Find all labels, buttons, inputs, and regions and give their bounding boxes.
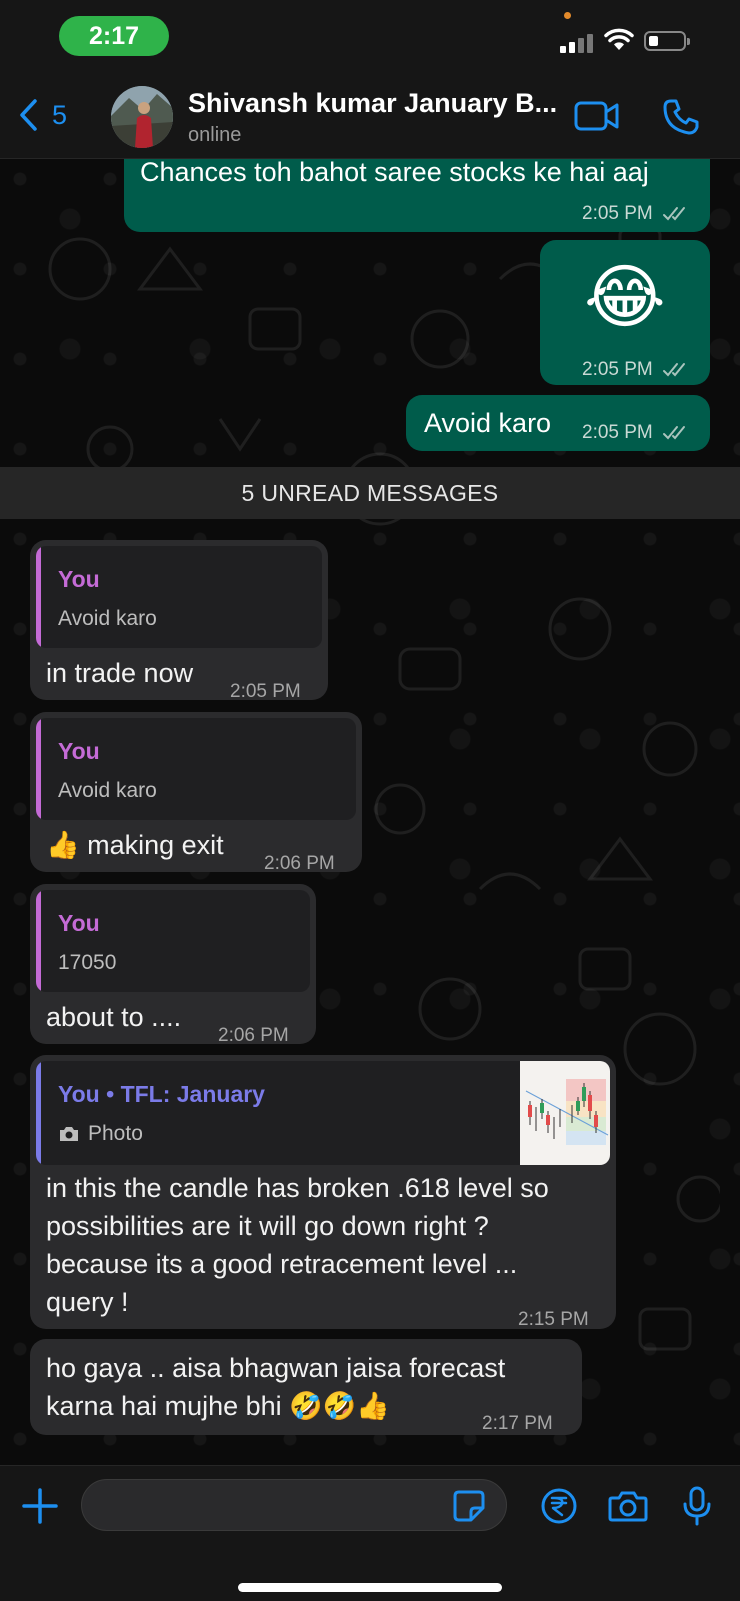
incoming-message[interactable]: You 17050 about to .... 2:06 PM <box>30 884 316 1046</box>
double-check-icon <box>663 362 686 377</box>
quote-author: You <box>58 910 100 936</box>
privacy-indicator-dot <box>564 12 571 19</box>
plus-icon[interactable] <box>22 1488 58 1524</box>
message-time: 2:05 PM <box>230 681 301 702</box>
message-input[interactable] <box>100 1490 434 1522</box>
back-button[interactable]: 5 <box>18 98 67 132</box>
quote-accent-bar <box>36 1061 41 1165</box>
unread-chats-count: 5 <box>52 99 68 130</box>
double-check-icon <box>663 206 686 221</box>
message-time: 2:05 PM <box>582 422 653 443</box>
message-time: 2:05 PM <box>582 203 653 224</box>
quote-text: Photo <box>88 1122 143 1145</box>
message-input-container[interactable] <box>81 1479 507 1531</box>
sticker-icon[interactable] <box>452 1489 486 1523</box>
rupee-payment-icon[interactable] <box>540 1487 578 1525</box>
message-text: about to .... <box>46 1002 182 1032</box>
quote-accent-bar <box>36 718 41 820</box>
quoted-reply[interactable]: You 17050 <box>36 890 310 992</box>
message-meta: 2:05 PM <box>582 414 690 452</box>
emoji-message: 😂 <box>584 258 666 336</box>
chat-area[interactable]: Chances toh bahot saree stocks ke hai aa… <box>0 159 740 1465</box>
message-meta: 2:05 PM <box>582 195 690 233</box>
incoming-message[interactable]: ho gaya .. aisa bhagwan jaisa forecast k… <box>30 1339 582 1435</box>
message-line: query ! <box>46 1287 129 1317</box>
contact-name[interactable]: Shivansh kumar January B... <box>188 88 557 119</box>
message-line: in this the candle has broken .618 level… <box>46 1173 549 1203</box>
status-time: 2:17 <box>59 16 169 56</box>
chevron-left-icon <box>20 99 37 131</box>
home-indicator <box>238 1583 502 1592</box>
outgoing-message[interactable]: 😂 2:05 PM <box>540 240 710 385</box>
quoted-photo-thumbnail[interactable] <box>520 1061 610 1165</box>
message-text: 👍 making exit <box>46 830 224 860</box>
wifi-icon <box>604 28 634 50</box>
status-bar: 2:17 <box>0 0 740 80</box>
chat-header: 5 Shivansh kumar January B... online <box>0 80 740 159</box>
quoted-reply[interactable]: You Avoid karo <box>36 718 356 820</box>
battery-icon <box>644 31 690 51</box>
contact-avatar[interactable] <box>111 86 173 148</box>
camera-icon[interactable] <box>608 1489 648 1523</box>
message-composer <box>0 1465 740 1601</box>
contact-status: online <box>188 124 242 146</box>
message-time: 2:05 PM <box>582 359 653 380</box>
message-line: because its a good retracement level ... <box>46 1249 518 1279</box>
message-line: karna hai mujhe bhi 🤣🤣👍 <box>46 1391 390 1421</box>
quoted-reply[interactable]: You Avoid karo <box>36 546 322 648</box>
avatar-image <box>111 86 173 148</box>
double-check-icon <box>663 425 686 440</box>
message-text: Avoid karo <box>424 408 552 438</box>
incoming-message[interactable]: You • TFL: January Photo in this the can… <box>30 1055 616 1330</box>
message-line: ho gaya .. aisa bhagwan jaisa forecast <box>46 1353 506 1383</box>
camera-icon <box>60 1127 78 1141</box>
message-line: possibilities are it will go down right … <box>46 1211 489 1241</box>
message-text: Chances toh bahot saree stocks ke hai aa… <box>140 159 649 187</box>
quote-accent-bar <box>36 890 41 992</box>
chart-thumbnail-image <box>525 1079 609 1145</box>
quote-text: Avoid karo <box>58 779 157 802</box>
video-call-icon[interactable] <box>574 100 620 132</box>
quote-photo-label: Photo <box>58 1115 143 1153</box>
incoming-message[interactable]: You Avoid karo in trade now 2:05 PM <box>30 540 328 702</box>
phone-call-icon[interactable] <box>662 98 700 136</box>
quote-text: 17050 <box>58 951 117 974</box>
outgoing-message[interactable]: Chances toh bahot saree stocks ke hai aa… <box>124 159 710 232</box>
message-time: 2:15 PM <box>518 1309 589 1330</box>
quote-accent-bar <box>36 546 41 648</box>
quote-text: Avoid karo <box>58 607 157 630</box>
incoming-message[interactable]: You Avoid karo 👍 making exit 2:06 PM <box>30 712 362 874</box>
quote-author: You <box>58 738 100 764</box>
unread-messages-banner: 5 UNREAD MESSAGES <box>0 467 740 519</box>
message-time: 2:06 PM <box>264 853 335 874</box>
quoted-reply[interactable]: You • TFL: January Photo <box>36 1061 610 1165</box>
message-meta: 2:05 PM <box>582 351 690 389</box>
message-time: 2:17 PM <box>482 1413 553 1434</box>
quote-author: You • TFL: January <box>58 1081 265 1107</box>
cellular-signal-icon <box>560 33 594 53</box>
quote-author: You <box>58 566 100 592</box>
message-text: in trade now <box>46 658 194 688</box>
message-time: 2:06 PM <box>218 1025 289 1046</box>
microphone-icon[interactable] <box>682 1486 712 1526</box>
outgoing-message[interactable]: Avoid karo 2:05 PM <box>406 395 710 451</box>
